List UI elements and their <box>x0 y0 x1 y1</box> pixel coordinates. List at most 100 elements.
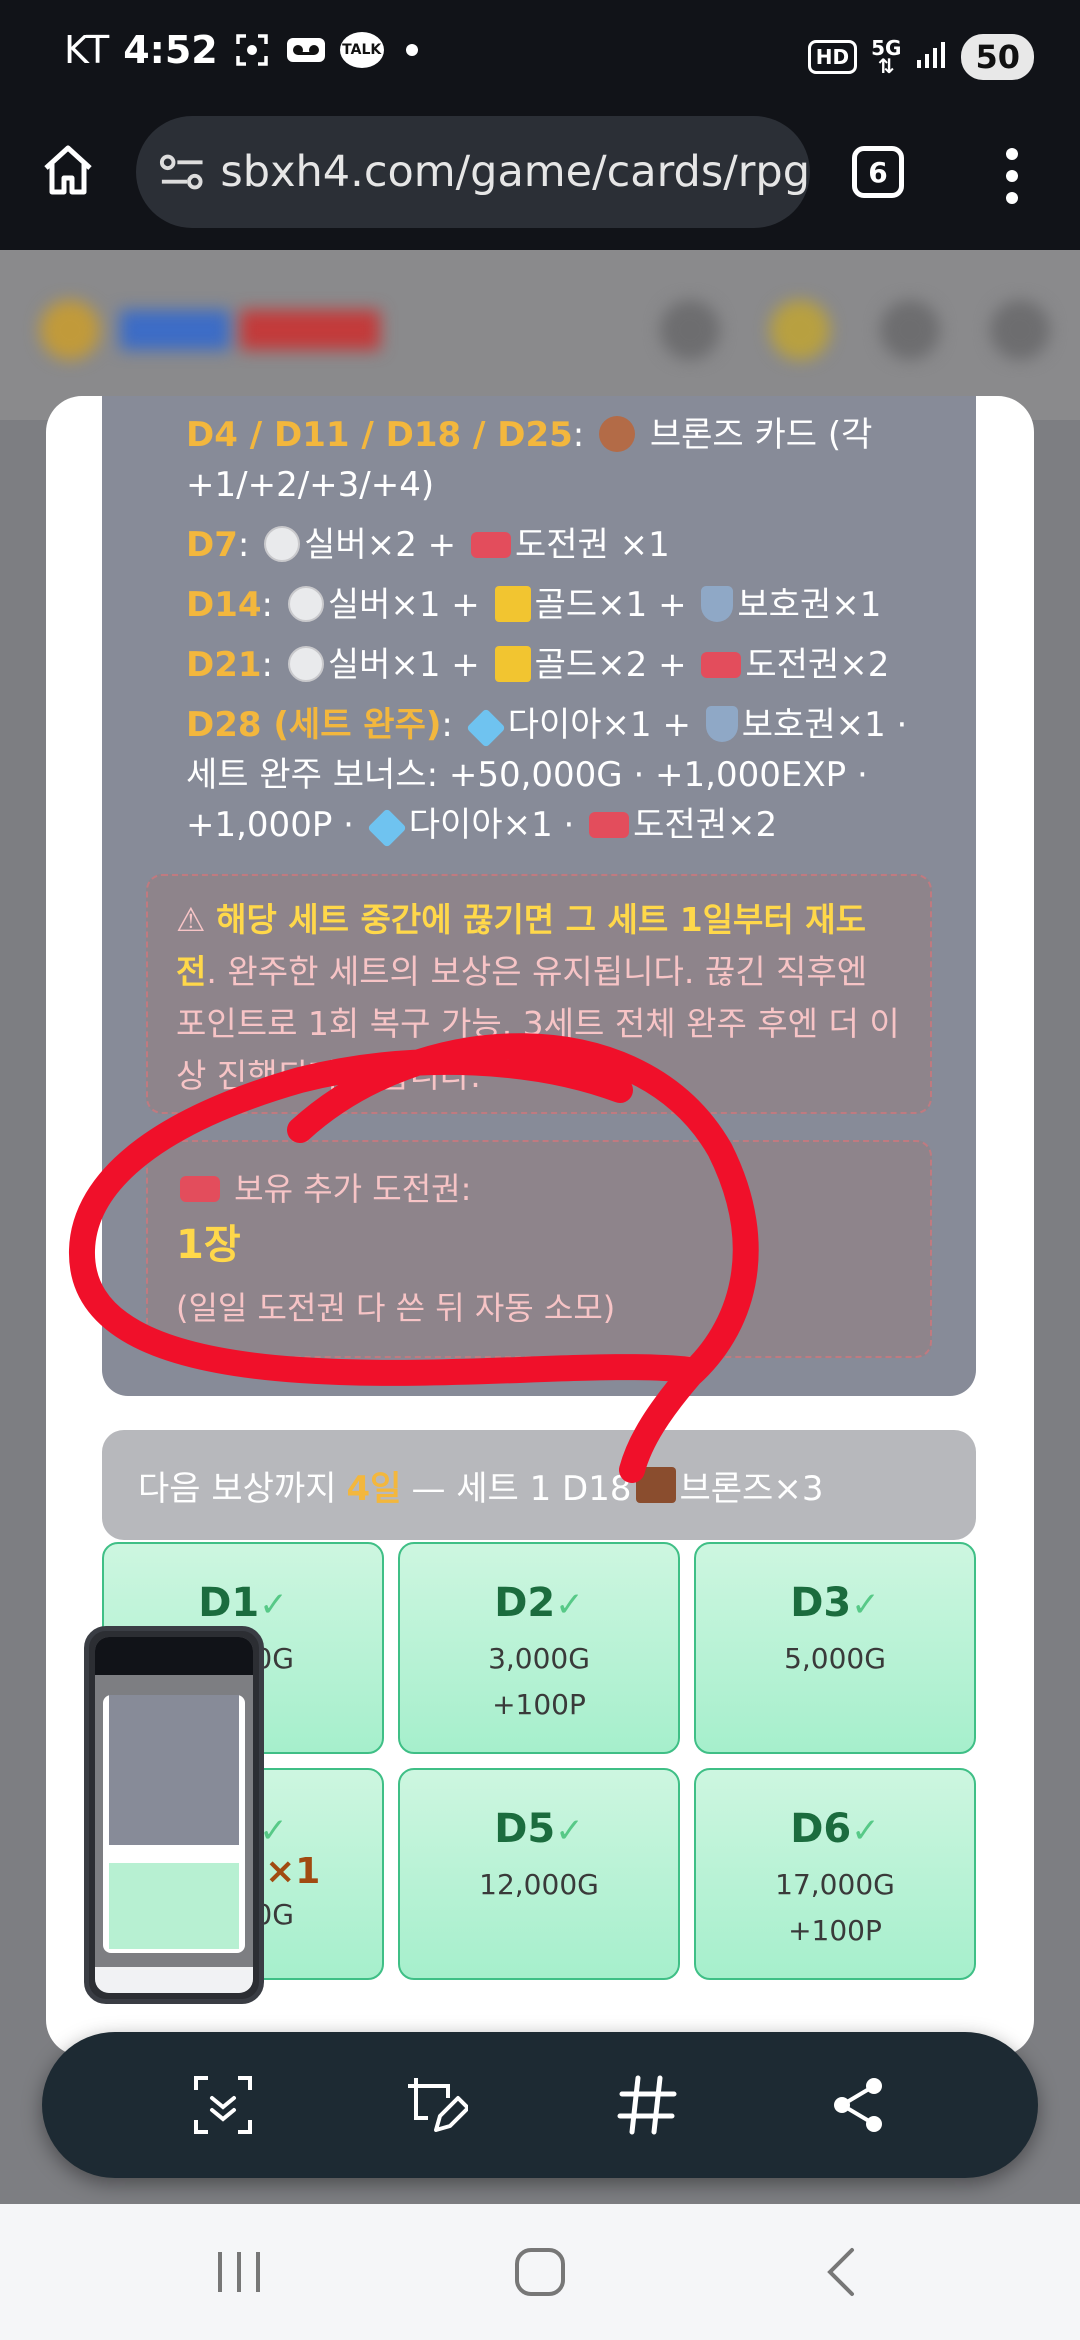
carrier-label: KT <box>64 28 110 72</box>
day-reward-bonus: +100P <box>788 1914 882 1947</box>
silver-icon <box>287 586 324 622</box>
recents-button[interactable] <box>206 2242 272 2302</box>
check-icon: ✓ <box>555 1811 584 1851</box>
dot-icon <box>405 44 418 56</box>
signal-icon <box>915 40 947 74</box>
check-icon: ✓ <box>851 1585 880 1625</box>
scroll-capture-icon[interactable] <box>190 2072 256 2138</box>
next-reward-suffix: — 세트 1 D18 <box>411 1468 632 1509</box>
site-settings-icon[interactable] <box>158 152 206 192</box>
warning-box: ⚠ 해당 세트 중간에 끊기면 그 세트 1일부터 재도전. 완주한 세트의 보… <box>146 874 932 1114</box>
reward-text: 다이아×1 · <box>408 805 575 845</box>
day-card-d3[interactable]: D3✓ 5,000G <box>694 1542 976 1754</box>
status-bar: KT 4:52 TALK HD 5G ⇅ 50 <box>0 0 1080 112</box>
diamond-icon <box>465 708 506 748</box>
reward-text: 보호권×1 <box>741 705 886 745</box>
hashtag-icon[interactable] <box>614 2072 680 2138</box>
draw-edit-icon[interactable] <box>402 2072 468 2138</box>
day-card-d2[interactable]: D2✓ 3,000G +100P <box>398 1542 680 1754</box>
day-card-d6[interactable]: D6✓ 17,000G +100P <box>694 1768 976 1980</box>
shield-icon <box>701 586 734 622</box>
bronze-icon <box>635 1467 676 1503</box>
gold-icon <box>494 646 531 682</box>
diamond-icon <box>366 808 407 848</box>
warning-text: . 완주한 세트의 보상은 유지됩니다. 끊긴 직후엔 포인트로 1회 복구 가… <box>176 952 900 1095</box>
reward-line: D14: 실버×1 + 골드×1 + 보호권×1 <box>186 585 882 625</box>
battery-indicator: 50 <box>961 34 1034 80</box>
thumbnail-nav <box>95 1967 253 1993</box>
address-bar[interactable]: sbxh4.com/game/cards/rpg <box>136 116 810 228</box>
header-icons <box>660 300 1050 360</box>
day-reward: 3,000G <box>488 1642 590 1675</box>
gold-icon <box>494 586 531 622</box>
day-label: D5 <box>494 1806 556 1852</box>
home-button[interactable] <box>507 2242 573 2302</box>
day-reward: 17,000G <box>775 1868 895 1901</box>
system-nav-bar <box>0 2204 1080 2340</box>
reward-info-box: D4 / D11 / D18 / D25: 브론즈 카드 (각 +1/+2/+3… <box>102 396 976 1396</box>
hd-icon: HD <box>807 40 858 74</box>
back-button[interactable] <box>810 2242 876 2302</box>
reward-text: 도전권×2 <box>745 645 890 685</box>
browser-toolbar: sbxh4.com/game/cards/rpg 6 <box>0 112 1080 250</box>
check-icon: ✓ <box>259 1585 288 1625</box>
site-logo <box>40 300 380 360</box>
check-icon: ✓ <box>851 1811 880 1851</box>
home-icon[interactable] <box>38 140 98 200</box>
thumbnail-screen <box>95 1637 253 1993</box>
kakaotalk-icon: TALK <box>339 32 384 68</box>
day-reward: 5,000G <box>784 1642 886 1675</box>
ticket-icon <box>589 812 630 838</box>
ticket-count: 1장 <box>176 1222 241 1268</box>
day-label: D2 <box>494 1580 556 1626</box>
reward-text: 도전권×2 <box>633 805 778 845</box>
reward-text: 실버×1 + <box>327 645 480 685</box>
5g-icon: 5G ⇅ <box>871 36 902 78</box>
share-icon[interactable] <box>826 2072 892 2138</box>
day-reward-bonus: +100P <box>492 1688 586 1721</box>
reward-text: 실버×2 + <box>304 525 457 565</box>
next-reward-item: 브론즈×3 <box>679 1468 824 1509</box>
reward-day-key: D21 <box>186 645 262 685</box>
day-reward: 12,000G <box>479 1868 599 1901</box>
reward-day-key: D14 <box>186 585 262 625</box>
reward-line: D28 (세트 완주): 다이아×1 + 보호권×1 · 세트 완주 보너스: … <box>186 700 926 850</box>
warning-icon: ⚠ <box>176 900 206 939</box>
reward-line: D4 / D11 / D18 / D25: 브론즈 카드 (각 +1/+2/+3… <box>186 415 873 505</box>
thumbnail-header <box>95 1637 253 1675</box>
reward-text: 실버×1 + <box>327 585 480 625</box>
day-card-d5[interactable]: D5✓ 12,000G <box>398 1768 680 1980</box>
silver-icon <box>287 646 324 682</box>
site-header <box>0 250 1080 420</box>
tab-switcher-button[interactable]: 6 <box>852 146 904 198</box>
bronze-icon <box>599 416 636 452</box>
more-menu-icon[interactable] <box>1000 148 1024 204</box>
ticket-icon <box>470 532 511 558</box>
ticket-note: (일일 도전권 다 쓴 뒤 자동 소모) <box>176 1289 616 1327</box>
screenshot-thumbnail[interactable] <box>84 1626 264 2004</box>
day-label: D3 <box>790 1580 852 1626</box>
reward-day-key: D4 / D11 / D18 / D25 <box>186 415 573 455</box>
reward-day-key: D7 <box>186 525 238 565</box>
day-label: D1 <box>198 1580 260 1626</box>
reward-list: D4 / D11 / D18 / D25: 브론즈 카드 (각 +1/+2/+3… <box>186 410 926 860</box>
reward-text: 다이아×1 + <box>507 705 691 745</box>
clock: 4:52 <box>123 28 218 72</box>
screenshot-icon <box>232 30 272 70</box>
voicemail-icon <box>286 30 326 70</box>
ticket-icon <box>180 1176 220 1202</box>
shield-icon <box>705 706 738 742</box>
url-text: sbxh4.com/game/cards/rpg <box>220 147 810 197</box>
thumbnail-modal <box>103 1695 245 1953</box>
ticket-icon <box>701 652 742 678</box>
reward-line: D21: 실버×1 + 골드×2 + 도전권×2 <box>186 645 890 685</box>
screenshot-toolbar <box>42 2032 1038 2178</box>
silver-icon <box>264 526 301 562</box>
reward-text: 도전권 ×1 <box>514 525 670 565</box>
check-icon: ✓ <box>555 1585 584 1625</box>
reward-text: 보호권×1 <box>737 585 882 625</box>
reward-day-key: D28 (세트 완주) <box>186 705 442 745</box>
extra-ticket-box: 보유 추가 도전권: 1장 (일일 도전권 다 쓴 뒤 자동 소모) <box>146 1140 932 1358</box>
ticket-label: 보유 추가 도전권: <box>234 1170 472 1208</box>
next-reward-bar: 다음 보상까지 4일 — 세트 1 D18 브론즈×3 <box>102 1430 976 1540</box>
